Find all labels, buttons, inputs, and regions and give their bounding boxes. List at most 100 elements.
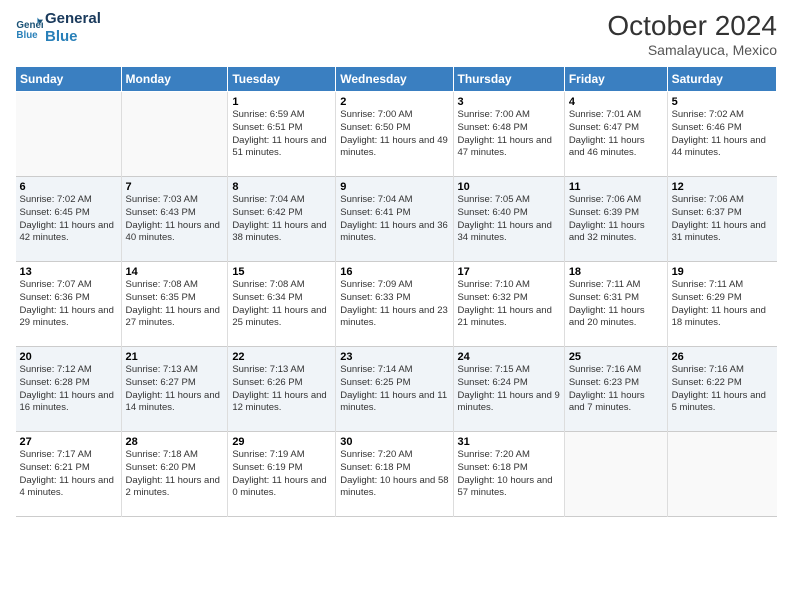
day-info-line: Sunrise: 7:02 AM [20, 194, 92, 205]
calendar-week-row: 13Sunrise: 7:07 AMSunset: 6:36 PMDayligh… [16, 262, 777, 347]
day-info-line: Sunset: 6:18 PM [340, 462, 410, 473]
day-info-line: Sunrise: 7:00 AM [458, 109, 530, 120]
day-info-line: Daylight: 11 hours and 4 minutes. [20, 475, 114, 499]
location-subtitle: Samalayuca, Mexico [607, 42, 777, 58]
day-number: 3 [458, 96, 560, 108]
day-info: Sunrise: 7:08 AMSunset: 6:35 PMDaylight:… [126, 279, 224, 330]
calendar-day-cell: 17Sunrise: 7:10 AMSunset: 6:32 PMDayligh… [453, 262, 564, 347]
calendar-day-cell: 22Sunrise: 7:13 AMSunset: 6:26 PMDayligh… [228, 347, 336, 432]
day-number: 23 [340, 351, 448, 363]
day-number: 9 [340, 181, 448, 193]
day-info: Sunrise: 7:05 AMSunset: 6:40 PMDaylight:… [458, 194, 560, 245]
day-info: Sunrise: 7:00 AMSunset: 6:50 PMDaylight:… [340, 109, 448, 160]
calendar-day-cell: 5Sunrise: 7:02 AMSunset: 6:46 PMDaylight… [667, 92, 776, 177]
calendar-day-cell: 28Sunrise: 7:18 AMSunset: 6:20 PMDayligh… [121, 432, 228, 517]
day-info: Sunrise: 7:08 AMSunset: 6:34 PMDaylight:… [232, 279, 331, 330]
calendar-day-cell: 1Sunrise: 6:59 AMSunset: 6:51 PMDaylight… [228, 92, 336, 177]
day-number: 30 [340, 436, 448, 448]
day-info-line: Daylight: 11 hours and 2 minutes. [126, 475, 220, 499]
day-number: 20 [20, 351, 117, 363]
calendar-day-cell: 15Sunrise: 7:08 AMSunset: 6:34 PMDayligh… [228, 262, 336, 347]
day-info-line: Sunset: 6:24 PM [458, 377, 528, 388]
day-info-line: Sunset: 6:26 PM [232, 377, 302, 388]
day-info-line: Sunset: 6:28 PM [20, 377, 90, 388]
day-info-line: Sunrise: 7:05 AM [458, 194, 530, 205]
calendar-week-row: 6Sunrise: 7:02 AM Sunset: 6:45 PM Daylight… [16, 177, 777, 262]
day-info: Sunrise: 7:20 AMSunset: 6:18 PMDaylight:… [458, 449, 560, 500]
calendar-day-cell: 18Sunrise: 7:11 AMSunset: 6:31 PMDayligh… [564, 262, 667, 347]
day-info-line: Daylight: 11 hours and 20 minutes. [569, 305, 645, 329]
day-info-line: Sunrise: 7:16 AM [569, 364, 641, 375]
day-info-line: Sunset: 6:27 PM [126, 377, 196, 388]
calendar-day-cell: 8Sunrise: 7:04 AMSunset: 6:42 PMDaylight… [228, 177, 336, 262]
day-info-line: Sunrise: 7:15 AM [458, 364, 530, 375]
day-number: 27 [20, 436, 117, 448]
calendar-day-cell: 20Sunrise: 7:12 AMSunset: 6:28 PMDayligh… [16, 347, 122, 432]
calendar-day-cell [16, 92, 122, 177]
day-info-line: Sunrise: 7:01 AM [569, 109, 641, 120]
day-info-line: Sunset: 6:46 PM [672, 122, 742, 133]
calendar-container: General Blue General Blue October 2024 S… [0, 0, 792, 527]
day-info-line: Daylight: 10 hours and 58 minutes. [340, 475, 448, 499]
calendar-day-cell: 3Sunrise: 7:00 AMSunset: 6:48 PMDaylight… [453, 92, 564, 177]
day-info-line: Sunset: 6:19 PM [232, 462, 302, 473]
day-number: 2 [340, 96, 448, 108]
calendar-day-cell [121, 92, 228, 177]
day-info-line: Daylight: 11 hours and 44 minutes. [672, 135, 766, 159]
day-info: Sunrise: 7:01 AMSunset: 6:47 PMDaylight:… [569, 109, 663, 160]
day-info-line: Sunrise: 7:11 AM [672, 279, 744, 290]
calendar-day-cell: 31Sunrise: 7:20 AMSunset: 6:18 PMDayligh… [453, 432, 564, 517]
calendar-day-cell: 9Sunrise: 7:04 AMSunset: 6:41 PMDaylight… [336, 177, 453, 262]
day-info-line: Sunrise: 7:13 AM [126, 364, 198, 375]
day-info-line: Sunset: 6:31 PM [569, 292, 639, 303]
day-info-line: Daylight: 11 hours and 40 minutes. [126, 220, 220, 244]
day-info: Sunrise: 7:18 AMSunset: 6:20 PMDaylight:… [126, 449, 224, 500]
calendar-day-cell: 12Sunrise: 7:06 AMSunset: 6:37 PMDayligh… [667, 177, 776, 262]
day-number: 25 [569, 351, 663, 363]
day-info-line: Sunrise: 7:00 AM [340, 109, 412, 120]
day-info-line: Sunrise: 7:03 AM [126, 194, 198, 205]
calendar-day-cell: 23Sunrise: 7:14 AMSunset: 6:25 PMDayligh… [336, 347, 453, 432]
calendar-header: General Blue General Blue October 2024 S… [15, 10, 777, 58]
day-info-line: Sunrise: 7:07 AM [20, 279, 92, 290]
month-title: October 2024 [607, 10, 777, 42]
day-info-line: Sunrise: 7:11 AM [569, 279, 641, 290]
logo-text-line2: Blue [45, 28, 101, 46]
day-info-line: Daylight: 11 hours and 14 minutes. [126, 390, 220, 414]
day-number: 5 [672, 96, 773, 108]
day-info: Sunrise: 7:14 AMSunset: 6:25 PMDaylight:… [340, 364, 448, 415]
day-info-line: Sunrise: 7:20 AM [340, 449, 412, 460]
col-wednesday: Wednesday [336, 67, 453, 92]
calendar-day-cell: 11Sunrise: 7:06 AMSunset: 6:39 PMDayligh… [564, 177, 667, 262]
logo-icon: General Blue [15, 14, 43, 42]
day-info-line: Daylight: 11 hours and 36 minutes. [340, 220, 448, 244]
calendar-day-cell: 19Sunrise: 7:11 AMSunset: 6:29 PMDayligh… [667, 262, 776, 347]
day-info-line: Sunrise: 6:59 AM [232, 109, 304, 120]
day-info-line: Sunset: 6:41 PM [340, 207, 410, 218]
day-number: 21 [126, 351, 224, 363]
day-info-line: Sunset: 6:35 PM [126, 292, 196, 303]
day-info-line: Sunrise: 7:06 AM [672, 194, 744, 205]
day-info-line: Daylight: 11 hours and 7 minutes. [569, 390, 645, 414]
day-info-line: Sunrise: 7:09 AM [340, 279, 412, 290]
day-info-line: Sunset: 6:45 PM [20, 207, 90, 218]
day-info: Sunrise: 7:02 AMSunset: 6:46 PMDaylight:… [672, 109, 773, 160]
col-monday: Monday [121, 67, 228, 92]
svg-text:Blue: Blue [16, 30, 38, 41]
day-info-line: Sunset: 6:29 PM [672, 292, 742, 303]
day-number: 6 [20, 181, 117, 193]
day-info-line: Daylight: 11 hours and 29 minutes. [20, 305, 114, 329]
day-info: Sunrise: 7:02 AMSunset: 6:45 PMDaylight:… [20, 194, 117, 245]
day-info-line: Daylight: 11 hours and 11 minutes. [340, 390, 447, 414]
day-info-line: Sunset: 6:47 PM [569, 122, 639, 133]
day-info-line: Sunrise: 7:14 AM [340, 364, 412, 375]
title-block: October 2024 Samalayuca, Mexico [607, 10, 777, 58]
logo: General Blue General Blue [15, 10, 101, 46]
day-info: Sunrise: 7:00 AMSunset: 6:48 PMDaylight:… [458, 109, 560, 160]
calendar-day-cell: 2Sunrise: 7:00 AMSunset: 6:50 PMDaylight… [336, 92, 453, 177]
calendar-day-cell: 26Sunrise: 7:16 AMSunset: 6:22 PMDayligh… [667, 347, 776, 432]
day-info: Sunrise: 7:16 AMSunset: 6:22 PMDaylight:… [672, 364, 773, 415]
day-info-line: Sunrise: 7:10 AM [458, 279, 530, 290]
day-info: Sunrise: 7:06 AMSunset: 6:37 PMDaylight:… [672, 194, 773, 245]
day-info: Sunrise: 7:04 AMSunset: 6:42 PMDaylight:… [232, 194, 331, 245]
